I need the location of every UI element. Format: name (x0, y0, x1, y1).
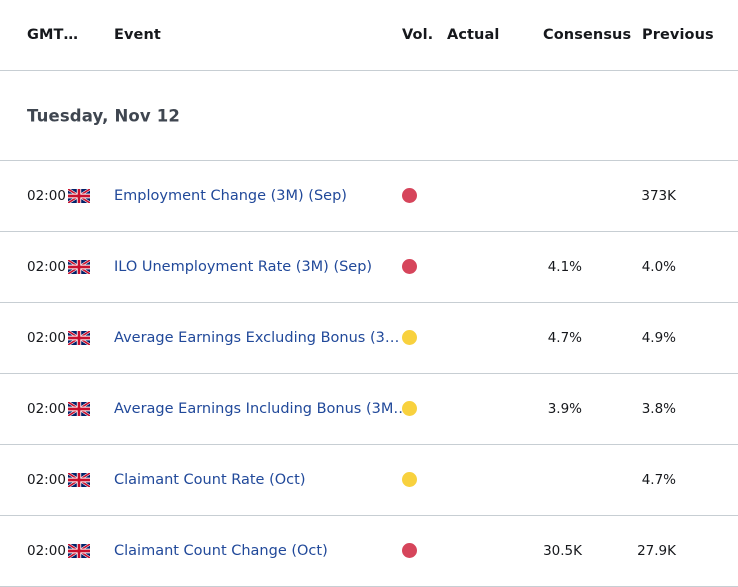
previous-value: 4.0% (641, 259, 676, 275)
event-time: 02:00 (27, 543, 66, 559)
event-time: 02:00 (27, 401, 66, 417)
consensus-value: 30.5K (543, 543, 582, 559)
uk-flag-icon (68, 402, 90, 416)
economic-calendar: GMT… Event Vol. Actual Consensus Previou… (0, 0, 738, 587)
volatility-dot-icon (402, 188, 417, 203)
event-name-link[interactable]: Claimant Count Change (Oct) (114, 543, 328, 559)
previous-value: 4.7% (641, 472, 676, 488)
event-name-link[interactable]: Average Earnings Excluding Bonus (3Mo… (114, 330, 410, 346)
table-row[interactable]: 02:00 ILO Unemployment Rate (3M) (Sep) 4.1… (0, 232, 738, 303)
table-row[interactable]: 02:00 Claimant Count Change (Oct) 30.5K 27.… (0, 516, 738, 587)
event-time: 02:00 (27, 330, 66, 346)
uk-flag-icon (68, 260, 90, 274)
date-label: Tuesday, Nov 12 (27, 106, 180, 125)
uk-flag-icon (68, 189, 90, 203)
table-row[interactable]: 02:00 Average Earnings Excluding Bonus (3… (0, 303, 738, 374)
uk-flag-icon (68, 473, 90, 487)
event-name-link[interactable]: Average Earnings Including Bonus (3Mo… (114, 401, 410, 417)
column-header-event[interactable]: Event (114, 27, 161, 43)
previous-value: 3.8% (641, 401, 676, 417)
column-header-actual[interactable]: Actual (447, 27, 499, 43)
volatility-indicator (402, 188, 418, 204)
table-header-row: GMT… Event Vol. Actual Consensus Previou… (0, 0, 738, 71)
consensus-value: 4.1% (547, 259, 582, 275)
event-name-link[interactable]: Claimant Count Rate (Oct) (114, 472, 305, 488)
event-rows-container: 02:00 Employment Change (3M) (Sep) 373K 02:… (0, 161, 738, 587)
volatility-indicator (402, 259, 418, 275)
table-row[interactable]: 02:00 Employment Change (3M) (Sep) 373K (0, 161, 738, 232)
table-row[interactable]: 02:00 Claimant Count Rate (Oct) 4.7% (0, 445, 738, 516)
table-row[interactable]: 02:00 Average Earnings Including Bonus (3… (0, 374, 738, 445)
previous-value: 27.9K (637, 543, 676, 559)
event-name-link[interactable]: Employment Change (3M) (Sep) (114, 188, 347, 204)
volatility-indicator (402, 543, 418, 559)
date-group-header: Tuesday, Nov 12 (0, 71, 738, 161)
previous-value: 373K (641, 188, 676, 204)
event-time: 02:00 (27, 259, 66, 275)
uk-flag-icon (68, 544, 90, 558)
volatility-indicator (402, 330, 418, 346)
uk-flag-icon (68, 331, 90, 345)
volatility-dot-icon (402, 401, 417, 416)
event-name-link[interactable]: ILO Unemployment Rate (3M) (Sep) (114, 259, 372, 275)
column-header-previous[interactable]: Previous (642, 27, 714, 43)
previous-value: 4.9% (641, 330, 676, 346)
volatility-dot-icon (402, 472, 417, 487)
column-header-time[interactable]: GMT… (27, 27, 78, 43)
column-header-consensus[interactable]: Consensus (543, 27, 631, 43)
event-time: 02:00 (27, 188, 66, 204)
volatility-indicator (402, 401, 418, 417)
volatility-indicator (402, 472, 418, 488)
consensus-value: 4.7% (547, 330, 582, 346)
volatility-dot-icon (402, 543, 417, 558)
volatility-dot-icon (402, 330, 417, 345)
column-header-volatility[interactable]: Vol. (402, 27, 433, 43)
event-time: 02:00 (27, 472, 66, 488)
consensus-value: 3.9% (547, 401, 582, 417)
volatility-dot-icon (402, 259, 417, 274)
